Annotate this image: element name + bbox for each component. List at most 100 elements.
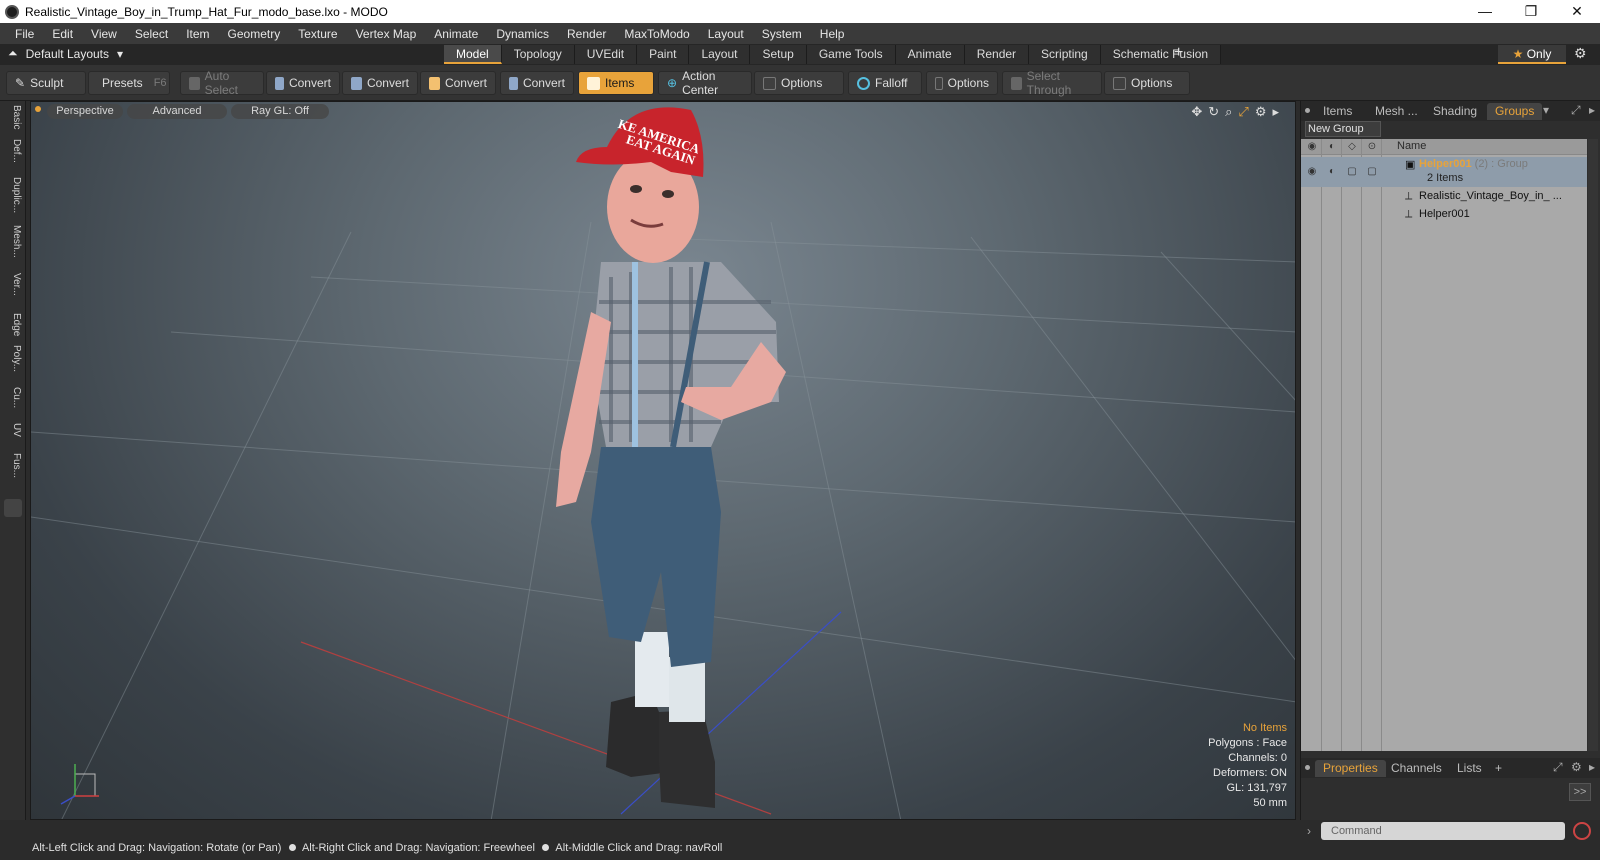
tab-schematic-fusion[interactable]: Schematic Fusion: [1100, 45, 1222, 64]
tab-channels[interactable]: Channels: [1383, 760, 1450, 777]
view-mode-dropdown[interactable]: Perspective: [47, 104, 123, 119]
viewport-menu-dot[interactable]: [35, 106, 41, 112]
menu-render[interactable]: Render: [558, 27, 615, 41]
tab-layout[interactable]: Layout: [689, 45, 751, 64]
tab-mesh[interactable]: Mesh ...: [1367, 103, 1426, 120]
convert-vertices-button[interactable]: Convert: [266, 71, 340, 95]
menu-vertex-map[interactable]: Vertex Map: [347, 27, 426, 41]
items-mode-button[interactable]: Items: [578, 71, 654, 95]
strip-toggle-button[interactable]: [4, 499, 22, 517]
menu-help[interactable]: Help: [811, 27, 854, 41]
vtab-basic[interactable]: Basic: [4, 105, 22, 129]
action-center-options-button[interactable]: Options: [754, 71, 844, 95]
select-through-button[interactable]: Select Through: [1002, 69, 1102, 97]
gear-icon[interactable]: ⚙: [1574, 45, 1587, 62]
pan-icon[interactable]: ✥: [1191, 104, 1202, 120]
falloff-options-button[interactable]: Options: [926, 71, 998, 95]
only-button[interactable]: ★ Only: [1498, 45, 1566, 64]
vtab-curve[interactable]: Cu...: [4, 387, 22, 408]
vtab-edge[interactable]: Edge: [4, 313, 22, 336]
tab-shading[interactable]: Shading: [1425, 103, 1485, 120]
close-button[interactable]: ✕: [1554, 0, 1600, 23]
vtab-mesh[interactable]: Mesh...: [4, 225, 22, 258]
name-column-header[interactable]: Name: [1397, 140, 1426, 152]
panel-maximize-icon[interactable]: ⤢: [1553, 760, 1563, 775]
vtab-deform[interactable]: Def...: [4, 139, 22, 163]
visibility-column-icon[interactable]: ◉: [1303, 139, 1321, 155]
menu-dynamics[interactable]: Dynamics: [487, 27, 558, 41]
tab-model[interactable]: Model: [444, 45, 502, 64]
panel-menu-dot[interactable]: [1305, 765, 1310, 770]
collapse-icon[interactable]: ⏶: [8, 46, 18, 61]
falloff-button[interactable]: Falloff: [848, 71, 922, 95]
raygl-toggle[interactable]: Ray GL: Off: [231, 104, 329, 119]
tab-scripting[interactable]: Scripting: [1029, 45, 1101, 64]
menu-select[interactable]: Select: [126, 27, 177, 41]
minimize-button[interactable]: —: [1462, 0, 1508, 23]
sculpt-button[interactable]: ✎ Sculpt: [6, 71, 86, 95]
select-column-icon[interactable]: ⊙: [1363, 139, 1381, 155]
convert-edges-button[interactable]: Convert: [342, 71, 418, 95]
panel-arrow-icon[interactable]: ▸: [1589, 760, 1595, 774]
vtab-polygon[interactable]: Poly...: [4, 345, 22, 372]
vtab-fusion[interactable]: Fus...: [4, 453, 22, 478]
maximize-icon[interactable]: ⤢: [1238, 104, 1248, 120]
select-through-options-button[interactable]: Options: [1104, 71, 1190, 95]
menu-system[interactable]: System: [753, 27, 811, 41]
tab-uvedit[interactable]: UVEdit: [574, 45, 638, 64]
convert-polygons-button[interactable]: Convert: [420, 71, 496, 95]
restore-button[interactable]: ❐: [1508, 0, 1554, 23]
shading-dropdown[interactable]: Advanced: [127, 104, 227, 119]
group-row-helper001[interactable]: ◉ ◐ ▢ ▢ ▣ Helper001 (2) : Group 2 Items: [1301, 157, 1587, 187]
eye-icon[interactable]: ◉: [1303, 164, 1321, 180]
rotate-icon[interactable]: ↻: [1208, 104, 1219, 120]
vtab-uv[interactable]: UV: [4, 423, 22, 437]
add-tab-button[interactable]: +: [1174, 44, 1183, 62]
menu-file[interactable]: File: [6, 27, 43, 41]
default-layouts-dropdown[interactable]: ⏶ Default Layouts ▾: [8, 46, 123, 61]
menu-maxtomodo[interactable]: MaxToModo: [615, 27, 698, 41]
tabs-dropdown-icon[interactable]: ▾: [1543, 103, 1549, 117]
expand-button[interactable]: >>: [1569, 783, 1591, 801]
tab-lists[interactable]: Lists: [1449, 760, 1490, 777]
tab-game-tools[interactable]: Game Tools: [806, 45, 896, 64]
3d-viewport[interactable]: KE AMERICA EAT AGAIN Perspective Advance…: [30, 101, 1296, 820]
menu-geometry[interactable]: Geometry: [219, 27, 290, 41]
render-column-icon[interactable]: ◐: [1323, 139, 1341, 155]
tab-items[interactable]: Items: [1315, 103, 1360, 120]
menu-edit[interactable]: Edit: [43, 27, 82, 41]
command-input[interactable]: Command: [1321, 822, 1565, 840]
panel-arrow-icon[interactable]: ▸: [1589, 103, 1595, 117]
panel-maximize-icon[interactable]: ⤢: [1571, 103, 1581, 118]
tab-render[interactable]: Render: [964, 45, 1030, 64]
tab-properties[interactable]: Properties: [1315, 760, 1386, 777]
menu-texture[interactable]: Texture: [289, 27, 346, 41]
convert-materials-button[interactable]: Convert: [500, 71, 574, 95]
lock-column-icon[interactable]: ◇: [1343, 139, 1361, 155]
list-item-boy-mesh[interactable]: ⟂ Realistic_Vintage_Boy_in_ ...: [1301, 189, 1587, 205]
tab-topology[interactable]: Topology: [501, 45, 575, 64]
tab-paint[interactable]: Paint: [637, 45, 690, 64]
action-center-button[interactable]: ⊕ Action Center: [658, 69, 752, 97]
panel-menu-dot[interactable]: [1305, 108, 1310, 113]
menu-view[interactable]: View: [82, 27, 126, 41]
record-icon[interactable]: [1573, 822, 1591, 840]
add-tab-button[interactable]: +: [1487, 760, 1510, 777]
zoom-icon[interactable]: ⌕: [1225, 104, 1232, 120]
viewport-gear-icon[interactable]: ⚙: [1255, 104, 1267, 120]
render-icon[interactable]: ◐: [1323, 164, 1341, 180]
menu-layout[interactable]: Layout: [699, 27, 753, 41]
select-box-icon[interactable]: ▢: [1363, 164, 1381, 180]
list-item-helper001[interactable]: ⟂ Helper001: [1301, 207, 1587, 223]
menu-animate[interactable]: Animate: [425, 27, 487, 41]
vtab-duplicate[interactable]: Duplic...: [4, 177, 22, 213]
boy-model[interactable]: KE AMERICA EAT AGAIN: [556, 107, 786, 808]
tab-setup[interactable]: Setup: [750, 45, 807, 64]
panel-gear-icon[interactable]: ⚙: [1571, 760, 1582, 774]
lock-box-icon[interactable]: ▢: [1343, 164, 1361, 180]
expand-arrow-icon[interactable]: ▸: [1272, 104, 1279, 120]
tab-groups[interactable]: Groups: [1487, 103, 1543, 120]
auto-select-button[interactable]: Auto Select: [180, 69, 264, 97]
presets-button[interactable]: Presets F6: [88, 71, 170, 95]
vtab-vertex[interactable]: Ver...: [4, 273, 22, 296]
